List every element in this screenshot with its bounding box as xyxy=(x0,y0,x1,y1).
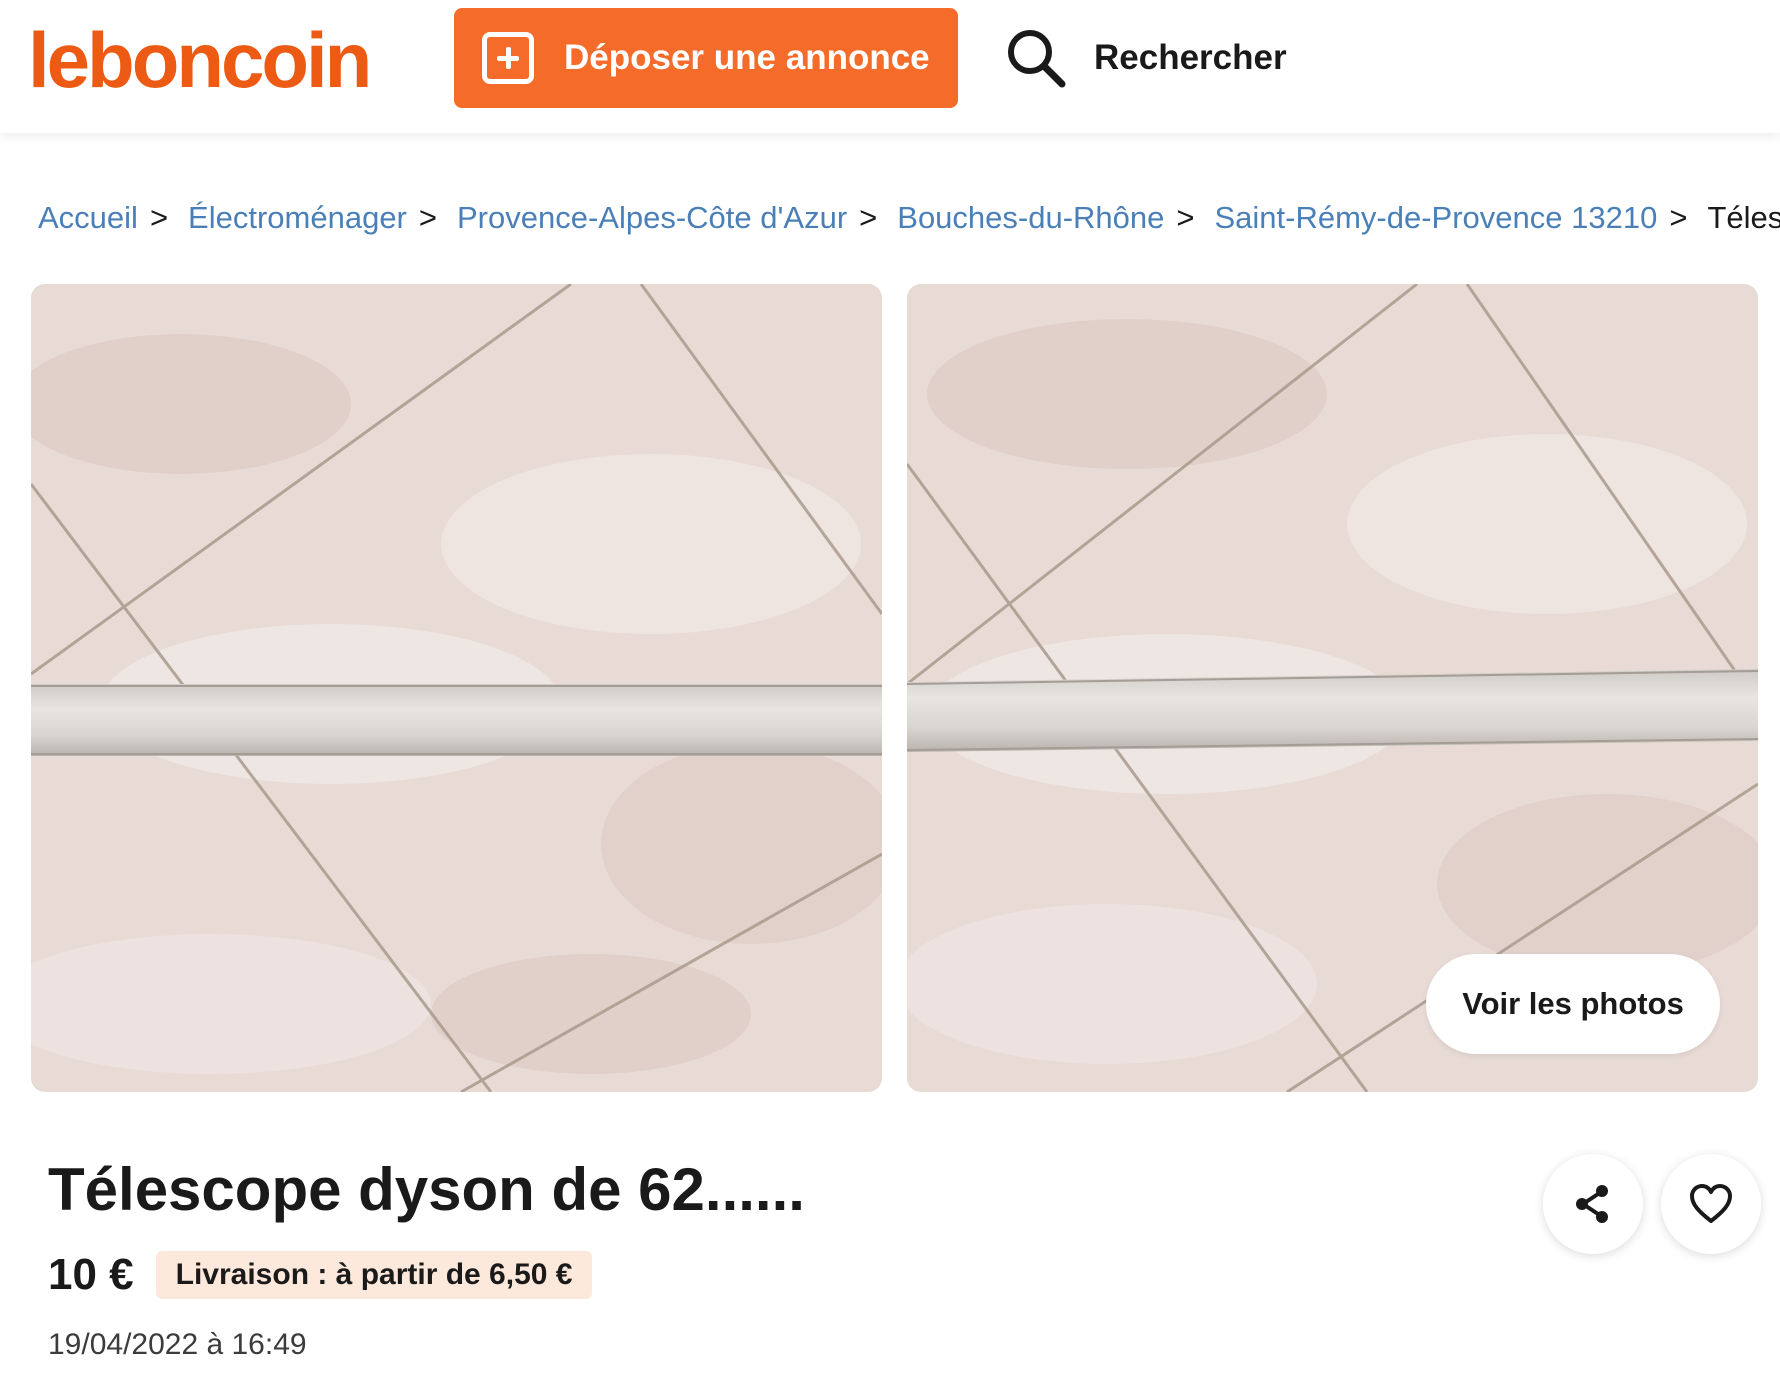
breadcrumb-separator: > xyxy=(859,200,878,235)
breadcrumb-separator: > xyxy=(418,200,437,235)
breadcrumb-category[interactable]: Électroménager xyxy=(188,194,407,242)
favorite-button[interactable] xyxy=(1661,1154,1761,1254)
deposit-ad-button[interactable]: Déposer une annonce xyxy=(454,8,958,108)
header: leboncoin Déposer une annonce Rechercher xyxy=(0,0,1780,133)
delivery-badge: Livraison : à partir de 6,50 € xyxy=(155,1251,593,1299)
share-icon xyxy=(1571,1182,1615,1226)
breadcrumb-department[interactable]: Bouches-du-Rhône xyxy=(897,194,1164,242)
breadcrumb: Accueil > Électroménager > Provence-Alpe… xyxy=(38,194,1780,242)
breadcrumb-region[interactable]: Provence-Alpes-Côte d'Azur xyxy=(457,194,847,242)
view-photos-button[interactable]: Voir les photos xyxy=(1426,954,1720,1054)
price-row: 10 € Livraison : à partir de 6,50 € xyxy=(48,1250,593,1300)
listing-photo-1[interactable] xyxy=(31,284,882,1092)
search-icon xyxy=(1004,26,1068,90)
breadcrumb-separator: > xyxy=(1176,200,1195,235)
share-button[interactable] xyxy=(1543,1154,1643,1254)
search-button[interactable]: Rechercher xyxy=(1004,22,1287,94)
leboncoin-logo[interactable]: leboncoin xyxy=(28,14,372,106)
breadcrumb-current: Télesco xyxy=(1707,200,1780,235)
breadcrumb-city[interactable]: Saint-Rémy-de-Provence 13210 xyxy=(1215,194,1658,242)
listing-date: 19/04/2022 à 16:49 xyxy=(48,1328,307,1361)
listing-title: Télescope dyson de 62...... xyxy=(48,1156,805,1223)
breadcrumb-separator: > xyxy=(149,200,169,235)
listing-price: 10 € xyxy=(48,1250,134,1299)
deposit-ad-label: Déposer une annonce xyxy=(564,38,930,77)
breadcrumb-separator: > xyxy=(1669,200,1688,235)
heart-icon xyxy=(1688,1183,1734,1225)
plus-square-icon xyxy=(482,32,534,84)
search-label: Rechercher xyxy=(1094,38,1287,77)
breadcrumb-home[interactable]: Accueil xyxy=(38,194,138,242)
